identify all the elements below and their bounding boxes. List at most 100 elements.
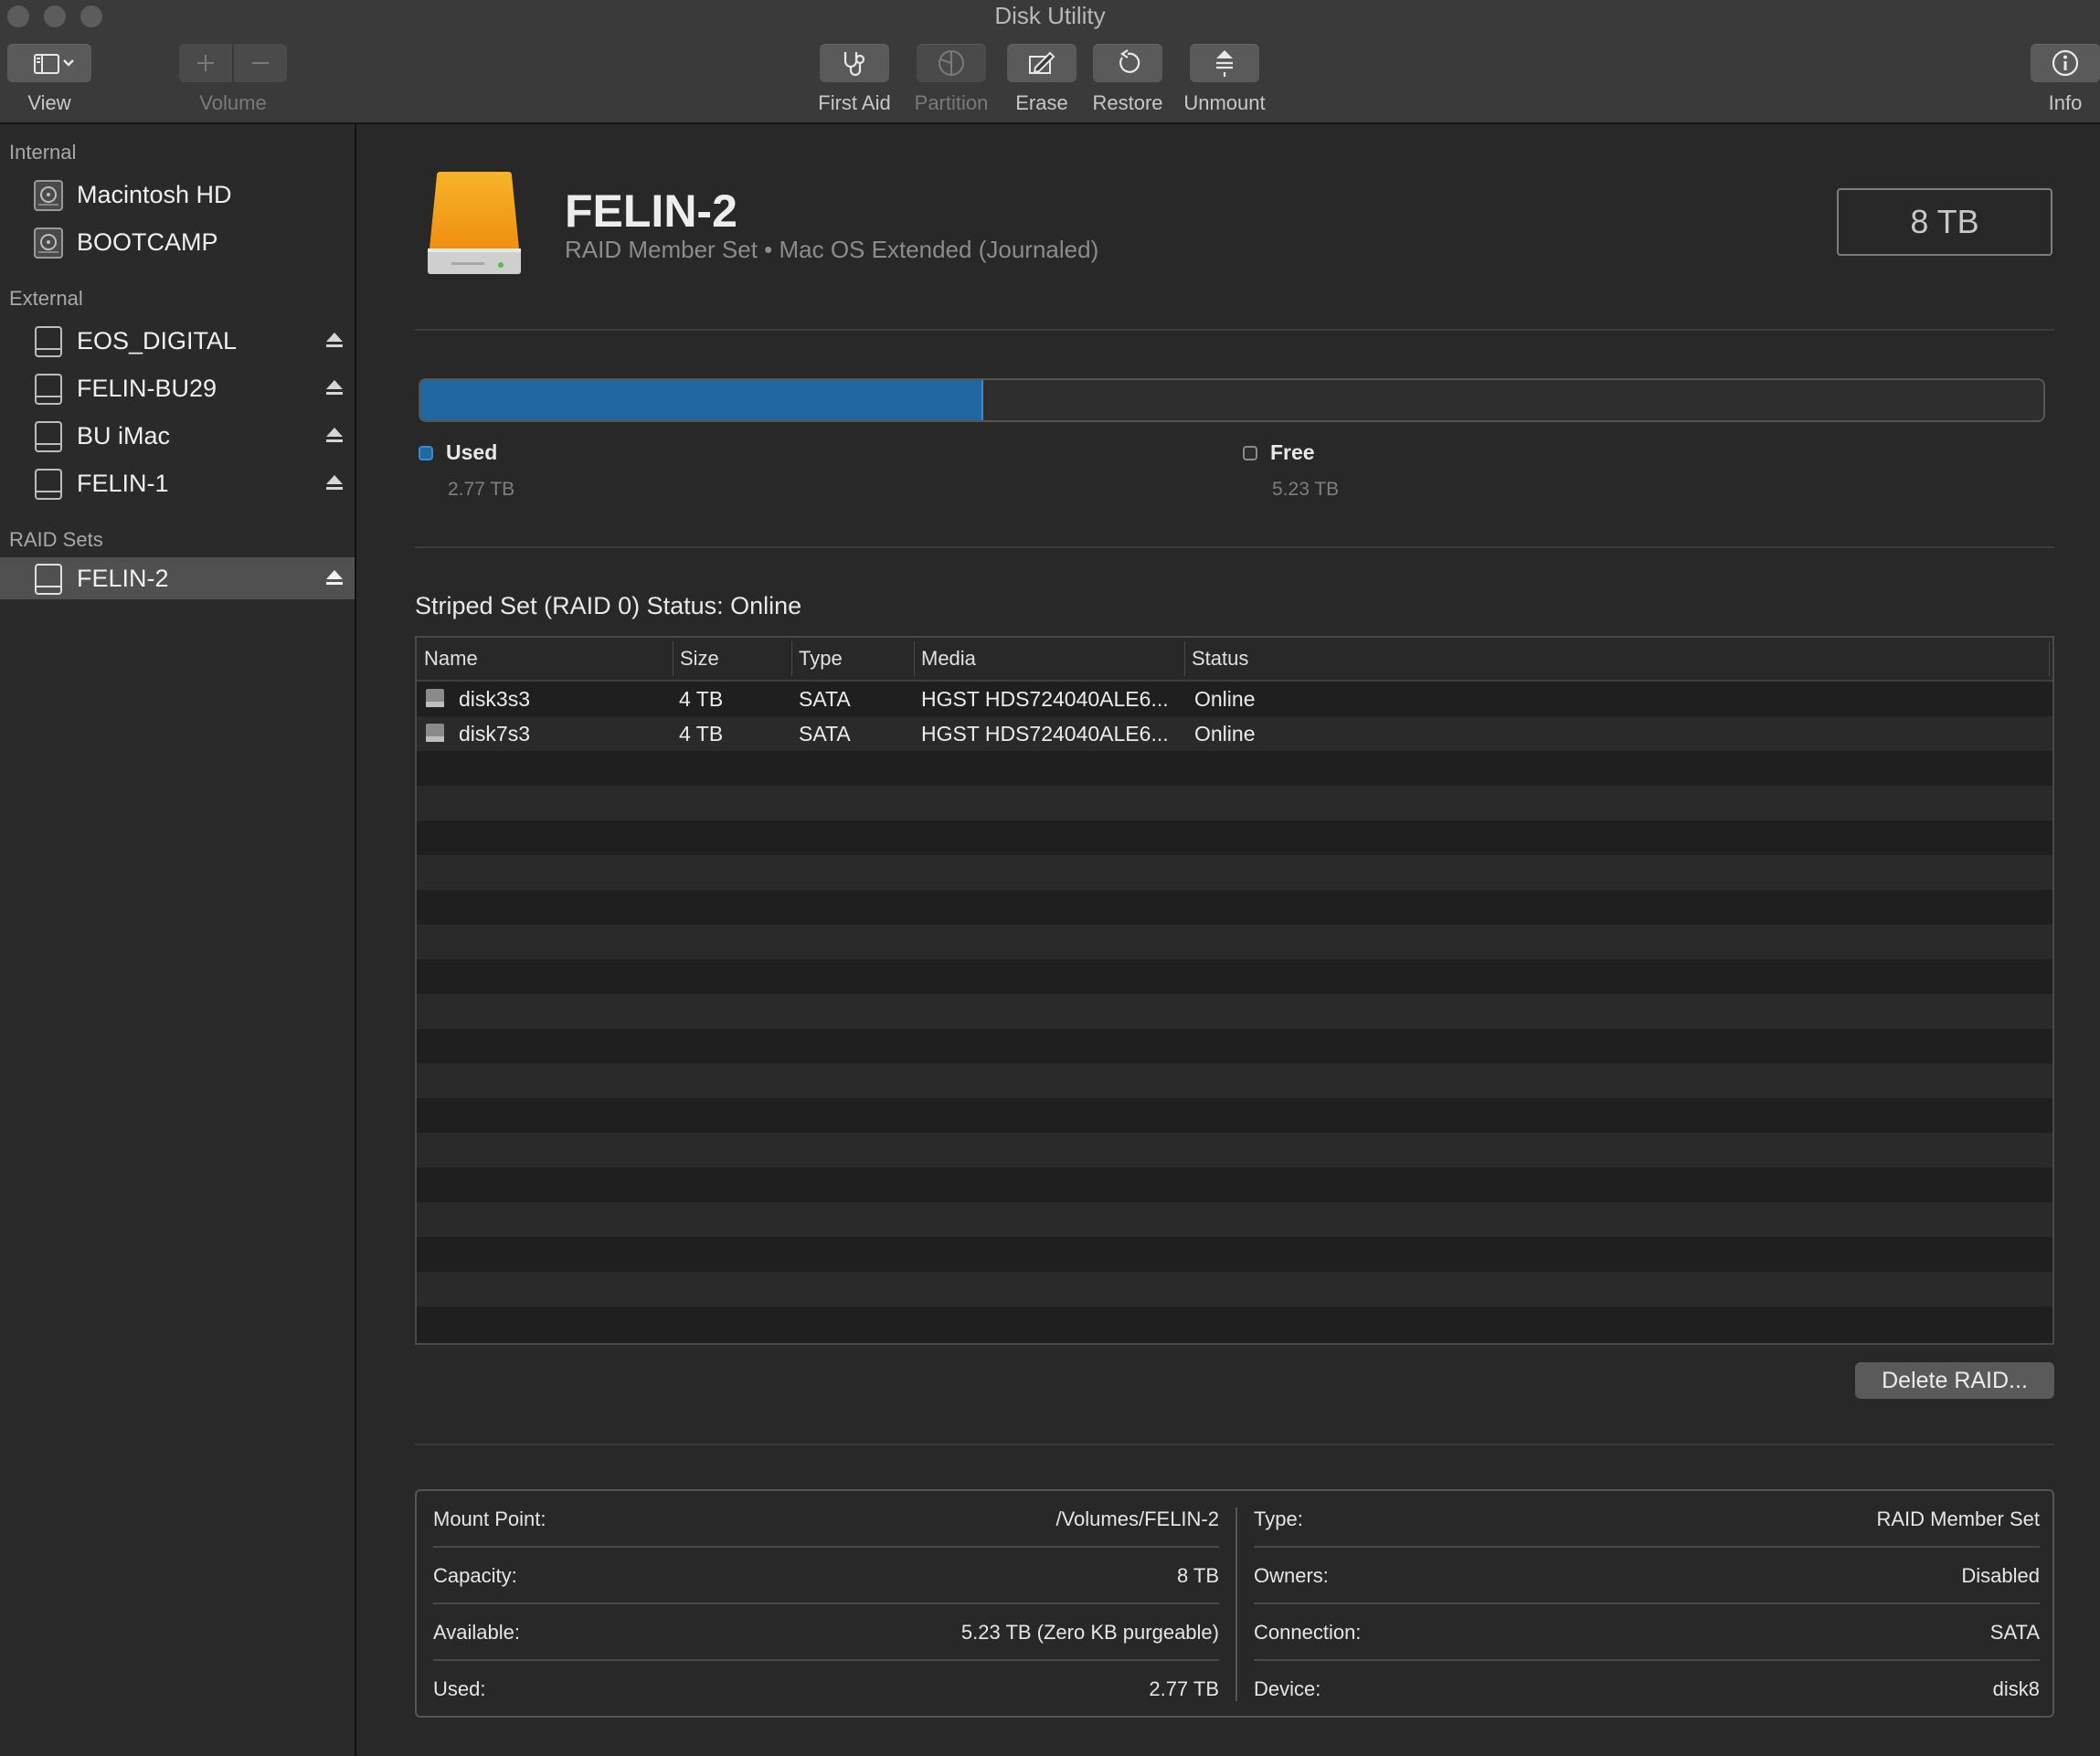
- sidebar-section-internal: Internal: [9, 141, 77, 164]
- info-key: Connection:: [1254, 1621, 1362, 1644]
- info-value: 2.77 TB: [1149, 1677, 1219, 1700]
- capacity-badge: 8 TB: [1837, 188, 2052, 256]
- sidebar-item-label: FELIN-BU29: [77, 374, 217, 402]
- cell-size: 4 TB: [679, 722, 724, 746]
- unmount-button[interactable]: [1190, 44, 1259, 82]
- sidebar-item-label: BU iMac: [77, 421, 171, 450]
- divider: [415, 329, 2054, 331]
- external-drive-icon: [428, 172, 521, 274]
- sidebar-item-label: FELIN-2: [77, 564, 169, 592]
- sidebar-item-felin-2[interactable]: FELIN-2: [0, 557, 355, 599]
- restore-label: Restore: [1092, 91, 1163, 114]
- used-swatch: [419, 445, 433, 460]
- info-column-left: Mount Point: /Volumes/FELIN-2 Capacity: …: [433, 1491, 1219, 1716]
- info-value: 8 TB: [1176, 1564, 1219, 1587]
- partition-label: Partition: [914, 91, 989, 114]
- sidebar-item-eos-digital[interactable]: EOS_DIGITAL: [0, 320, 355, 362]
- info-row-owners: Owners: Disabled: [1254, 1548, 2040, 1604]
- window-title: Disk Utility: [994, 2, 1106, 29]
- view-button[interactable]: [7, 44, 91, 82]
- add-volume-button[interactable]: [179, 44, 234, 82]
- divider: [415, 1444, 2054, 1445]
- sidebar-item-felin-1[interactable]: FELIN-1: [0, 462, 355, 504]
- info-row-available: Available: 5.23 TB (Zero KB purgeable): [433, 1604, 1219, 1661]
- table-row-stripe: [417, 1202, 2052, 1237]
- cell-name: disk7s3: [459, 722, 530, 746]
- free-value: 5.23 TB: [1272, 479, 1340, 500]
- view-label: View: [27, 91, 71, 114]
- column-separator: [791, 641, 792, 676]
- sidebar-item-felin-bu29[interactable]: FELIN-BU29: [0, 367, 355, 409]
- table-header: Name Size Type Media Status: [417, 638, 2052, 682]
- used-label: Used: [446, 440, 498, 464]
- restore-button[interactable]: [1093, 44, 1162, 82]
- table-row[interactable]: disk3s3 4 TB SATA HGST HDS724040ALE6... …: [417, 682, 2052, 716]
- table-row-stripe: [417, 751, 2052, 786]
- used-legend: Used: [419, 440, 497, 465]
- info-key: Device:: [1254, 1677, 1321, 1700]
- erase-label: Erase: [1015, 91, 1068, 114]
- column-header-size[interactable]: Size: [680, 647, 719, 671]
- info-row-capacity: Capacity: 8 TB: [433, 1548, 1219, 1604]
- column-header-media[interactable]: Media: [921, 647, 976, 671]
- table-row-stripe: [417, 925, 2052, 959]
- info-value: 5.23 TB (Zero KB purgeable): [960, 1621, 1219, 1644]
- delete-raid-button[interactable]: Delete RAID...: [1855, 1362, 2054, 1399]
- erase-button[interactable]: [1007, 44, 1077, 82]
- eject-icon[interactable]: [325, 331, 344, 351]
- info-row-device: Device: disk8: [1254, 1661, 2040, 1718]
- eject-icon[interactable]: [325, 473, 344, 493]
- unmount-control: Unmount: [1177, 44, 1272, 115]
- first-aid-button[interactable]: [820, 44, 889, 82]
- divider: [415, 546, 2054, 548]
- remove-volume-button[interactable]: [234, 44, 287, 82]
- column-separator: [2049, 641, 2050, 676]
- sidebar-item-macintosh-hd[interactable]: Macintosh HD: [0, 174, 355, 216]
- view-control: View: [7, 44, 91, 115]
- first-aid-control: First Aid: [811, 44, 897, 115]
- info-column-right: Type: RAID Member Set Owners: Disabled C…: [1254, 1491, 2040, 1716]
- info-key: Available:: [433, 1621, 520, 1644]
- usage-bar: [419, 378, 2045, 422]
- unmount-icon: [1216, 50, 1233, 77]
- sidebar-item-label: FELIN-1: [77, 469, 169, 497]
- column-header-type[interactable]: Type: [799, 647, 843, 671]
- table-row[interactable]: disk7s3 4 TB SATA HGST HDS724040ALE6... …: [417, 716, 2052, 751]
- cell-type: SATA: [799, 687, 851, 711]
- sidebar-item-bootcamp[interactable]: BOOTCAMP: [0, 221, 355, 263]
- table-row-stripe: [417, 1063, 2052, 1098]
- cell-status: Online: [1194, 687, 1256, 711]
- usage-bar-used: [420, 380, 984, 420]
- info-key: Mount Point:: [433, 1507, 546, 1530]
- table-row-stripe: [417, 1272, 2052, 1306]
- main-panel: FELIN-2 RAID Member Set • Mac OS Extende…: [356, 124, 2100, 1756]
- external-disk-icon: [35, 374, 62, 405]
- table-row-stripe: [417, 855, 2052, 890]
- column-header-name[interactable]: Name: [424, 647, 478, 671]
- table-row-stripe: [417, 1133, 2052, 1168]
- cell-name: disk3s3: [459, 687, 530, 711]
- info-control: Info: [2031, 44, 2100, 115]
- info-key: Capacity:: [433, 1564, 517, 1587]
- sidebar-item-label: BOOTCAMP: [77, 227, 218, 256]
- info-icon: [2052, 49, 2079, 77]
- raid-members-table: Name Size Type Media Status disk3s3 4 TB…: [415, 636, 2054, 1345]
- info-button[interactable]: [2031, 44, 2100, 82]
- volume-label: Volume: [199, 91, 267, 114]
- disk-icon: [426, 689, 444, 707]
- column-separator: [914, 641, 915, 676]
- internal-disk-icon: [34, 180, 63, 211]
- table-row-stripe: [417, 1168, 2052, 1202]
- eject-icon[interactable]: [325, 568, 344, 588]
- eject-icon[interactable]: [325, 378, 344, 398]
- info-column-divider: [1236, 1507, 1237, 1701]
- disk-icon: [426, 724, 444, 742]
- sidebar-item-bu-imac[interactable]: BU iMac: [0, 415, 355, 457]
- volume-control: Volume: [179, 44, 287, 115]
- partition-button[interactable]: [917, 44, 986, 82]
- cell-media: HGST HDS724040ALE6...: [921, 687, 1169, 711]
- table-row-stripe: [417, 994, 2052, 1029]
- eject-icon[interactable]: [325, 426, 344, 446]
- restore-control: Restore: [1087, 44, 1168, 115]
- column-header-status[interactable]: Status: [1192, 647, 1248, 671]
